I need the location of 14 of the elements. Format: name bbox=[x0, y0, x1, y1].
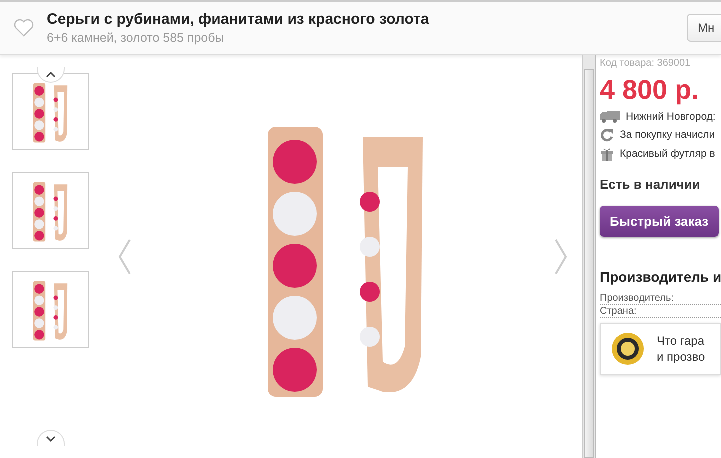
product-code: Код товара: 369001 bbox=[600, 58, 692, 69]
feature-text: За покупку начисли bbox=[620, 129, 716, 141]
spec-label: Страна: bbox=[600, 306, 721, 318]
product-subtitle: 6+6 камней, золото 585 пробы bbox=[47, 31, 226, 45]
feature-text: Красивый футляр в bbox=[620, 148, 716, 160]
more-button[interactable]: Мн bbox=[687, 14, 721, 42]
price: 4 800 р. bbox=[600, 75, 700, 106]
guarantee-text: Что гара и прозво bbox=[657, 333, 706, 365]
availability-text: Есть в наличии bbox=[600, 177, 702, 192]
quick-order-button[interactable]: Быстрый заказ bbox=[600, 206, 719, 237]
feature-text: Нижний Новгород: bbox=[626, 111, 716, 123]
product-title: Серьги с рубинами, фианитами из красного золота bbox=[47, 11, 430, 28]
section-title: Производитель и bbox=[600, 269, 721, 285]
spec-label: Производитель: bbox=[600, 293, 721, 305]
